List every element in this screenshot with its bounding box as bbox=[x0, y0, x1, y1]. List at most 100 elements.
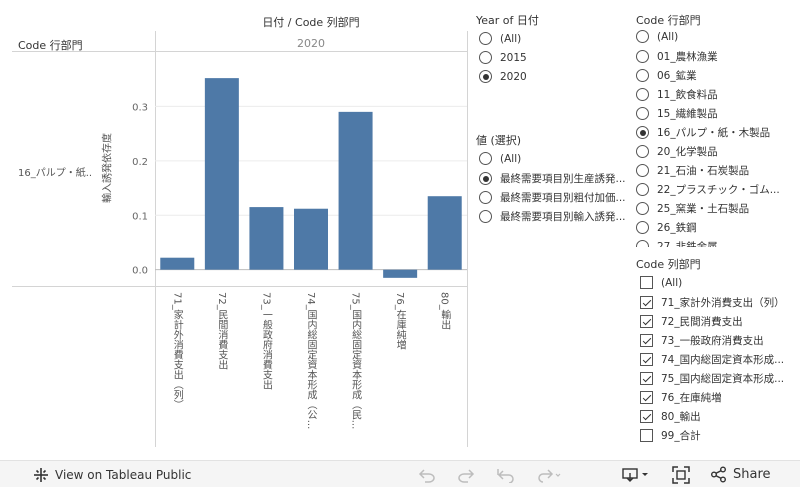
x-tick-label: 72_民間消費支出 bbox=[215, 292, 227, 370]
radio-unselected-icon[interactable] bbox=[636, 30, 649, 43]
radio-unselected-icon[interactable] bbox=[636, 240, 649, 247]
row-option[interactable]: 01_農林漁業 bbox=[636, 49, 796, 64]
year-option[interactable]: 2015 bbox=[479, 51, 629, 64]
col-sector-filter-title: Code 列部門 bbox=[636, 258, 701, 271]
option-label: (All) bbox=[500, 152, 522, 165]
col-option[interactable]: (All) bbox=[640, 276, 798, 289]
radio-unselected-icon[interactable] bbox=[479, 191, 492, 204]
radio-selected-icon[interactable] bbox=[636, 126, 649, 139]
revert-button[interactable] bbox=[496, 461, 516, 487]
option-label: (All) bbox=[661, 276, 683, 289]
bar[interactable] bbox=[204, 78, 239, 270]
row-sector-filter[interactable]: (All) 01_農林漁業 06_鉱業 11_飲食料品 15_繊維製品 16_パルプ・紙・… bbox=[636, 30, 796, 247]
refresh-icon bbox=[535, 467, 561, 483]
year-option[interactable]: (All) bbox=[479, 32, 629, 45]
col-option[interactable]: 76_在庫純増 bbox=[640, 390, 798, 405]
bar[interactable] bbox=[160, 257, 195, 270]
measure-option[interactable]: (All) bbox=[479, 152, 629, 165]
year-option[interactable]: 2020 bbox=[479, 70, 629, 83]
col-option[interactable]: 80_輸出 bbox=[640, 409, 798, 424]
checkbox-checked-icon[interactable] bbox=[640, 315, 653, 328]
share-label: Share bbox=[733, 467, 771, 482]
row-option[interactable]: 06_鉱業 bbox=[636, 68, 796, 83]
tableau-viz: 日付 / Code 列部門 Code 行部門 2020 16_パルプ・紙.. 輸… bbox=[0, 0, 800, 460]
radio-unselected-icon[interactable] bbox=[636, 69, 649, 82]
x-tick-label: 80_輸出 bbox=[438, 292, 450, 330]
checkbox-checked-icon[interactable] bbox=[640, 410, 653, 423]
row-option[interactable]: 16_パルプ・紙・木製品 bbox=[636, 125, 796, 140]
col-option[interactable]: 75_国内総固定資本形成... bbox=[640, 371, 798, 386]
share-button[interactable]: Share bbox=[710, 461, 771, 487]
row-option[interactable]: 15_繊維製品 bbox=[636, 106, 796, 121]
radio-unselected-icon[interactable] bbox=[636, 164, 649, 177]
radio-unselected-icon[interactable] bbox=[479, 210, 492, 223]
redo-button[interactable] bbox=[457, 461, 475, 487]
revert-icon bbox=[496, 467, 516, 483]
radio-unselected-icon[interactable] bbox=[636, 107, 649, 120]
col-option[interactable]: 72_民間消費支出 bbox=[640, 314, 798, 329]
option-label: 26_鉄鋼 bbox=[657, 222, 697, 234]
y-tick-label: 0.2 bbox=[132, 157, 148, 168]
radio-unselected-icon[interactable] bbox=[479, 152, 492, 165]
x-tick-label: 76_在庫純増 bbox=[394, 292, 406, 350]
bar[interactable] bbox=[383, 269, 418, 278]
option-label: 71_家計外消費支出（列） bbox=[661, 297, 785, 309]
tableau-logo-icon bbox=[33, 467, 49, 483]
option-label: (All) bbox=[657, 30, 679, 43]
option-label: 20_化学製品 bbox=[657, 146, 718, 158]
col-option[interactable]: 73_一般政府消費支出 bbox=[640, 333, 798, 348]
row-option[interactable]: 27_非鉄金属 bbox=[636, 239, 796, 247]
radio-unselected-icon[interactable] bbox=[479, 32, 492, 45]
checkbox-checked-icon[interactable] bbox=[640, 353, 653, 366]
option-label: 01_農林漁業 bbox=[657, 51, 718, 63]
option-label: 最終需要項目別生産誘発... bbox=[500, 173, 626, 185]
row-option[interactable]: 11_飲食料品 bbox=[636, 87, 796, 102]
row-option[interactable]: 21_石油・石炭製品 bbox=[636, 163, 796, 178]
option-label: 最終需要項目別輸入誘発... bbox=[500, 211, 626, 223]
radio-unselected-icon[interactable] bbox=[636, 88, 649, 101]
checkbox-unchecked-icon[interactable] bbox=[640, 276, 653, 289]
option-label: 73_一般政府消費支出 bbox=[661, 335, 764, 347]
option-label: 75_国内総固定資本形成... bbox=[661, 373, 785, 385]
download-button[interactable] bbox=[622, 461, 650, 487]
bar[interactable] bbox=[249, 207, 284, 270]
undo-button[interactable] bbox=[418, 461, 436, 487]
option-label: (All) bbox=[500, 32, 522, 45]
checkbox-checked-icon[interactable] bbox=[640, 296, 653, 309]
row-option[interactable]: 26_鉄鋼 bbox=[636, 220, 796, 235]
option-label: 22_プラスチック・ゴム... bbox=[657, 184, 780, 196]
measure-option[interactable]: 最終需要項目別輸入誘発... bbox=[479, 209, 629, 224]
row-option[interactable]: 25_窯業・土石製品 bbox=[636, 201, 796, 216]
view-on-tableau-public-link[interactable]: View on Tableau Public bbox=[33, 461, 191, 487]
checkbox-checked-icon[interactable] bbox=[640, 334, 653, 347]
radio-unselected-icon[interactable] bbox=[636, 183, 649, 196]
radio-selected-icon[interactable] bbox=[479, 70, 492, 83]
y-tick-label: 0.1 bbox=[132, 211, 148, 222]
refresh-button[interactable] bbox=[535, 461, 561, 487]
radio-unselected-icon[interactable] bbox=[636, 202, 649, 215]
checkbox-unchecked-icon[interactable] bbox=[640, 429, 653, 442]
radio-unselected-icon[interactable] bbox=[479, 51, 492, 64]
option-label: 99_合計 bbox=[661, 430, 701, 442]
checkbox-checked-icon[interactable] bbox=[640, 372, 653, 385]
col-option[interactable]: 71_家計外消費支出（列） bbox=[640, 295, 798, 310]
row-sector-filter-title: Code 行部門 bbox=[636, 14, 701, 27]
fullscreen-button[interactable] bbox=[672, 461, 690, 487]
bar[interactable] bbox=[427, 196, 462, 270]
radio-selected-icon[interactable] bbox=[479, 172, 492, 185]
bar[interactable] bbox=[338, 111, 373, 270]
row-option[interactable]: 20_化学製品 bbox=[636, 144, 796, 159]
checkbox-checked-icon[interactable] bbox=[640, 391, 653, 404]
row-option[interactable]: 22_プラスチック・ゴム... bbox=[636, 182, 796, 197]
measure-option[interactable]: 最終需要項目別生産誘発... bbox=[479, 171, 629, 186]
option-label: 76_在庫純増 bbox=[661, 392, 722, 404]
radio-unselected-icon[interactable] bbox=[636, 145, 649, 158]
col-option[interactable]: 74_国内総固定資本形成... bbox=[640, 352, 798, 367]
col-option[interactable]: 99_合計 bbox=[640, 428, 798, 443]
radio-unselected-icon[interactable] bbox=[636, 50, 649, 63]
bar[interactable] bbox=[294, 208, 328, 270]
option-label: 72_民間消費支出 bbox=[661, 316, 743, 328]
measure-option[interactable]: 最終需要項目別粗付加価... bbox=[479, 190, 629, 205]
radio-unselected-icon[interactable] bbox=[636, 221, 649, 234]
row-option[interactable]: (All) bbox=[636, 30, 796, 43]
